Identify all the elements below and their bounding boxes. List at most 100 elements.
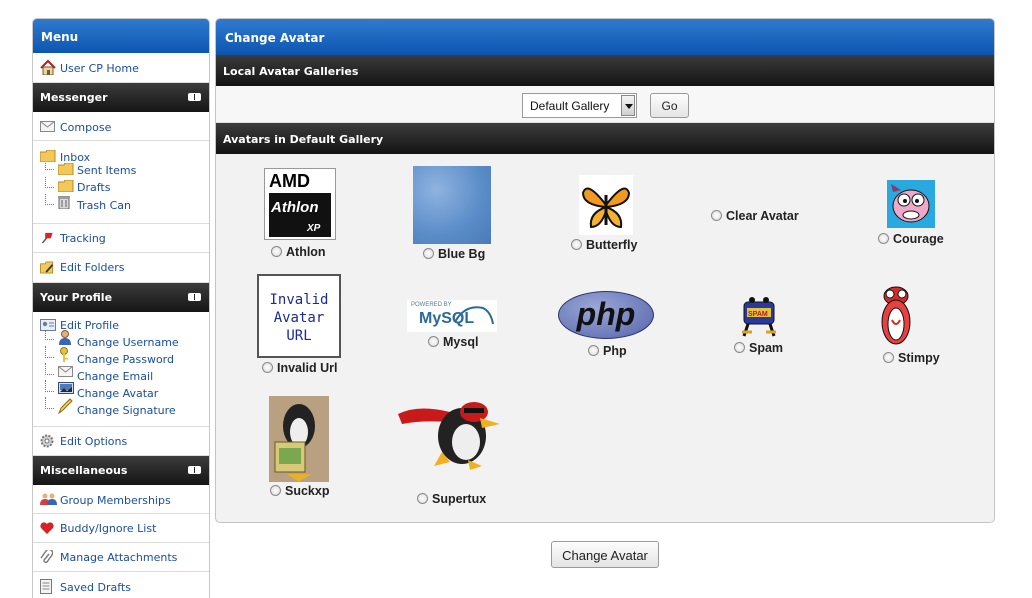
change-avatar-submit-button[interactable]: Change Avatar <box>551 541 659 568</box>
avatar-option-spam[interactable]: Spam <box>734 341 783 355</box>
envelope-icon <box>58 366 73 377</box>
collapse-icon[interactable] <box>188 466 201 474</box>
avatar-option-athlon[interactable]: Athlon <box>271 245 326 259</box>
radio-php[interactable] <box>588 345 599 356</box>
avatar-image-mysql: POWERED BY MySQL <box>407 300 497 332</box>
sidebar-item-tracking[interactable]: Tracking <box>33 224 209 253</box>
drafts-link[interactable]: Drafts <box>77 181 110 194</box>
tree-line <box>45 194 54 205</box>
profile-card-icon <box>40 319 56 331</box>
sidebar-item-edit-options[interactable]: Edit Options <box>33 427 209 456</box>
manage-attachments-link[interactable]: Manage Attachments <box>60 551 177 564</box>
sidebar-item-compose[interactable]: Compose <box>33 112 209 141</box>
avatar-label-clear-avatar: Clear Avatar <box>726 209 799 223</box>
change-avatar-link[interactable]: Change Avatar <box>77 387 158 400</box>
avatar-option-stimpy[interactable]: Stimpy <box>883 351 940 365</box>
avatar-grid: AMD Athlon XP Athlon Blue Bg Butterfly C… <box>216 154 994 514</box>
invalid-image-line-2: Avatar <box>273 310 325 326</box>
saved-drafts-link[interactable]: Saved Drafts <box>60 581 131 594</box>
avatar-option-supertux[interactable]: Supertux <box>417 492 486 506</box>
sidebar-item-buddy-ignore[interactable]: Buddy/Ignore List <box>33 514 209 543</box>
avatar-label-php: Php <box>603 344 627 358</box>
gallery-select[interactable]: Default Gallery <box>522 93 637 118</box>
radio-courage[interactable] <box>878 233 889 244</box>
mysql-powered-text: POWERED BY <box>411 302 452 308</box>
edit-folders-link[interactable]: Edit Folders <box>60 261 125 274</box>
radio-mysql[interactable] <box>428 336 439 347</box>
avatar-image-supertux <box>398 402 500 470</box>
folder-icon <box>40 150 56 162</box>
sidebar-item-manage-attachments[interactable]: Manage Attachments <box>33 543 209 572</box>
change-avatar-panel: Change Avatar Local Avatar Galleries Def… <box>215 18 995 523</box>
change-password-link[interactable]: Change Password <box>77 353 174 366</box>
radio-invalid-url[interactable] <box>262 362 273 373</box>
tree-line <box>45 346 54 358</box>
compose-link[interactable]: Compose <box>60 121 111 134</box>
radio-athlon[interactable] <box>271 246 282 257</box>
avatar-label-mysql: Mysql <box>443 335 479 349</box>
athlon-logo-text: Athlon <box>271 199 319 216</box>
amd-logo-text: AMD <box>269 171 310 191</box>
sidebar-item-edit-folders[interactable]: Edit Folders <box>33 253 209 283</box>
group-memberships-link[interactable]: Group Memberships <box>60 494 171 507</box>
avatar-label-athlon: Athlon <box>286 245 326 259</box>
tree-line <box>45 363 54 375</box>
avatar-option-suckxp[interactable]: Suckxp <box>270 484 329 498</box>
radio-butterfly[interactable] <box>571 239 582 250</box>
avatar-image-invalid-url: Invalid Avatar URL <box>257 274 341 358</box>
change-username-link[interactable]: Change Username <box>77 336 179 349</box>
user-icon <box>59 330 71 345</box>
edit-options-link[interactable]: Edit Options <box>60 435 127 448</box>
collapse-icon[interactable] <box>188 93 201 101</box>
avatar-image-courage <box>887 180 935 228</box>
php-logo-text: php <box>576 296 636 332</box>
xp-logo-text: XP <box>307 223 321 234</box>
change-email-link[interactable]: Change Email <box>77 370 153 383</box>
tracking-link[interactable]: Tracking <box>60 232 106 245</box>
messenger-header: Messenger <box>33 83 209 112</box>
avatar-option-butterfly[interactable]: Butterfly <box>571 238 637 252</box>
avatar-option-mysql[interactable]: Mysql <box>428 335 478 349</box>
sidebar-item-user-cp-home[interactable]: User CP Home <box>33 53 209 83</box>
trash-can-link[interactable]: Trash Can <box>77 199 131 212</box>
sidebar-item-saved-drafts[interactable]: Saved Drafts <box>33 572 209 598</box>
avatar-image-athlon: AMD Athlon XP <box>264 168 336 240</box>
dropdown-arrow-icon[interactable] <box>621 95 635 116</box>
your-profile-header: Your Profile <box>33 283 209 312</box>
gear-icon <box>40 434 54 448</box>
avatar-image-suckxp <box>269 396 329 482</box>
go-button[interactable]: Go <box>650 93 689 118</box>
trash-can-icon <box>58 196 70 209</box>
menu-header: Menu <box>33 19 209 53</box>
avatar-option-courage[interactable]: Courage <box>878 232 944 246</box>
radio-blue-bg[interactable] <box>423 248 434 259</box>
collapse-icon[interactable] <box>188 293 201 301</box>
picture-icon <box>58 382 74 394</box>
tree-line <box>45 177 54 188</box>
sent-items-link[interactable]: Sent Items <box>77 164 136 177</box>
avatar-option-php[interactable]: Php <box>588 344 627 358</box>
avatar-option-clear-avatar[interactable]: Clear Avatar <box>711 209 799 223</box>
radio-clear-avatar[interactable] <box>711 210 722 221</box>
your-profile-title: Your Profile <box>40 291 113 304</box>
radio-stimpy[interactable] <box>883 352 894 363</box>
pen-icon <box>58 398 73 414</box>
user-cp-home-link[interactable]: User CP Home <box>60 62 139 75</box>
group-icon <box>40 493 57 505</box>
avatar-image-blue-bg <box>413 166 491 244</box>
tree-line <box>45 331 54 340</box>
messenger-title: Messenger <box>40 91 108 104</box>
avatar-option-invalid-url[interactable]: Invalid Url <box>262 361 337 375</box>
edit-folder-icon <box>40 261 54 274</box>
buddy-ignore-list-link[interactable]: Buddy/Ignore List <box>60 522 156 535</box>
radio-supertux[interactable] <box>417 493 428 504</box>
change-signature-link[interactable]: Change Signature <box>77 404 176 417</box>
sidebar-item-group-memberships[interactable]: Group Memberships <box>33 485 209 514</box>
avatar-image-stimpy <box>881 286 911 345</box>
page-title: Change Avatar <box>216 19 994 55</box>
avatar-image-php: php <box>558 291 654 339</box>
radio-spam[interactable] <box>734 342 745 353</box>
avatar-option-blue-bg[interactable]: Blue Bg <box>423 247 485 261</box>
radio-suckxp[interactable] <box>270 485 281 496</box>
avatar-label-invalid-url: Invalid Url <box>277 361 338 375</box>
